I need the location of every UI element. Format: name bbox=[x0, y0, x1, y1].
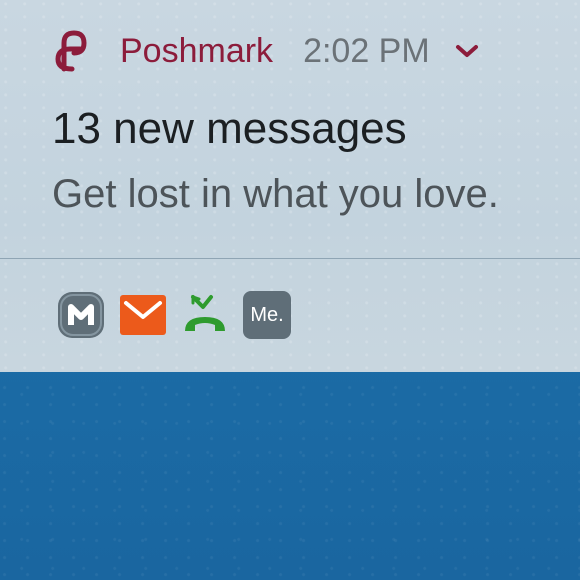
m-app-icon[interactable] bbox=[57, 291, 105, 339]
status-icons-row: Me. bbox=[57, 291, 291, 339]
notification-header: Poshmark 2:02 PM bbox=[52, 26, 480, 76]
me-app-icon[interactable]: Me. bbox=[243, 291, 291, 339]
poshmark-logo-icon bbox=[55, 30, 87, 72]
notification-title: 13 new messages bbox=[52, 104, 407, 153]
notification-time: 2:02 PM bbox=[303, 31, 430, 70]
chevron-down-icon[interactable] bbox=[454, 42, 480, 60]
missed-call-icon[interactable] bbox=[181, 291, 229, 339]
me-app-label: Me. bbox=[250, 303, 284, 326]
notification-subtitle: Get lost in what you love. bbox=[52, 172, 499, 216]
email-icon[interactable] bbox=[119, 291, 167, 339]
notification-shade[interactable]: Poshmark 2:02 PM 13 new messages Get los… bbox=[0, 0, 580, 372]
divider bbox=[0, 258, 580, 259]
app-name: Poshmark bbox=[120, 31, 274, 70]
